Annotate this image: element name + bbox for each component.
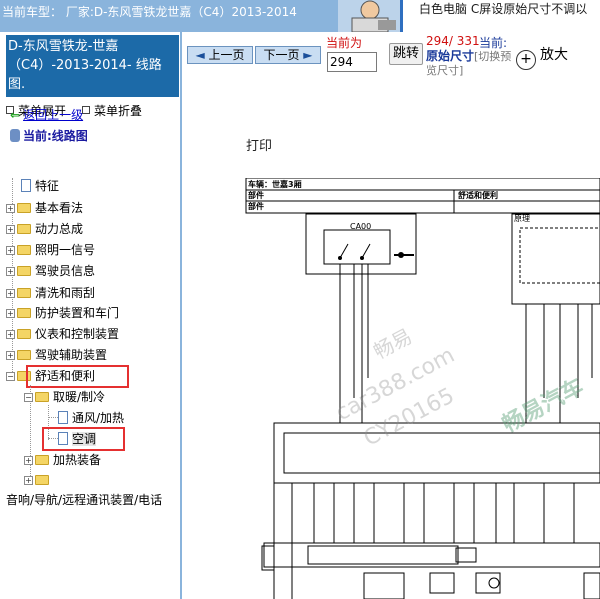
tree-item-driver-info[interactable]: + 驾驶员信息 (6, 263, 95, 279)
back-link[interactable]: ⇐ 返回上一级 (10, 106, 83, 123)
tree-item-driving-aids[interactable]: + 驾驶辅助装置 (6, 347, 107, 363)
top-bar: 当前车型： 厂家:D-东风雪铁龙世嘉（C4）2013-2014 白色电脑 C屏设… (0, 0, 600, 33)
document-icon (21, 179, 31, 192)
expand-icon[interactable]: + (6, 246, 15, 255)
current-location: 当前:线路图 (10, 127, 88, 144)
tree-item-audio-nav[interactable]: 音响/导航/远程通讯装置/电话 (6, 492, 182, 508)
left-arrow-icon: ◄ (195, 48, 205, 62)
tree-item-protection-doors[interactable]: + 防护装置和车门 (6, 305, 119, 321)
tree-item-wash-wipe[interactable]: + 清洗和雨刮 (6, 285, 95, 301)
document-icon (58, 411, 68, 424)
folder-icon (17, 308, 31, 318)
back-arrow-icon: ⇐ (10, 108, 21, 122)
folder-open-icon (35, 392, 49, 402)
diagram-row-vehicle: 车辆：世嘉3厢 (248, 180, 302, 189)
expand-icon[interactable]: + (6, 309, 15, 318)
banner-text: 白色电脑 C屏设原始尺寸不调以 (419, 2, 588, 16)
tree-item-features[interactable]: 特征 (10, 178, 59, 194)
zoom-in-button[interactable]: + 放大 (516, 44, 568, 70)
expand-icon[interactable]: + (6, 289, 15, 298)
diagram-row-value: 舒适和便利 (458, 191, 498, 200)
database-icon (10, 129, 20, 142)
collapse-icon[interactable]: − (24, 393, 33, 402)
zoom-in-icon: + (516, 50, 536, 70)
jump-button[interactable]: 跳转 (389, 43, 423, 65)
tree-item-basics[interactable]: + 基本看法 (6, 200, 83, 216)
print-title: 打印 (246, 139, 273, 154)
tree-item-heating-cooling[interactable]: − 取暖/制冷 (24, 389, 105, 405)
expand-icon[interactable]: + (6, 330, 15, 339)
folder-icon (17, 329, 31, 339)
folder-icon (35, 455, 49, 465)
switch-size-link[interactable]: 原始尺寸[切换预览尺寸] (426, 49, 516, 78)
menu-collapse-button[interactable]: 菜单折叠 (82, 102, 142, 119)
folder-icon (35, 475, 49, 485)
expand-icon[interactable]: + (6, 225, 15, 234)
expand-icon[interactable]: + (6, 204, 15, 213)
breadcrumb: 当前车型： 厂家:D-东风雪铁龙世嘉（C4）2013-2014 (2, 5, 297, 19)
folder-icon (17, 245, 31, 255)
folder-icon (17, 224, 31, 234)
folder-icon (17, 266, 31, 276)
expand-icon[interactable]: + (6, 351, 15, 360)
sidebar-title: D-东风雪铁龙-世嘉（C4）-2013-2014- 线路图. (6, 35, 179, 97)
diagram-row-label: 部件 (248, 202, 264, 211)
tree-item-unnamed[interactable]: + (24, 472, 53, 488)
folder-icon (17, 350, 31, 360)
folder-icon (17, 288, 31, 298)
prev-page-button[interactable]: ◄ 上一页 (187, 46, 253, 64)
next-page-button[interactable]: 下一页 ► (255, 46, 321, 64)
banner: 白色电脑 C屏设原始尺寸不调以 (400, 0, 600, 32)
expand-icon[interactable]: + (24, 476, 33, 485)
right-arrow-icon: ► (303, 48, 313, 62)
page-count: 294/ 331 (426, 34, 480, 48)
tree-item-instruments[interactable]: + 仪表和控制装置 (6, 326, 119, 342)
folder-icon (17, 203, 31, 213)
page-label: 当前为 (326, 36, 363, 50)
component-label: CA00 (350, 222, 372, 231)
diagram-row-label: 部件 (248, 191, 264, 200)
tree-item-powertrain[interactable]: + 动力总成 (6, 221, 83, 237)
collapse-icon (82, 106, 90, 114)
original-size-label: 原始尺寸 (426, 49, 475, 63)
tree-item-lighting[interactable]: + 照明一信号 (6, 242, 95, 258)
diagram-row-value: 原理 (514, 214, 530, 223)
expand-icon[interactable]: + (6, 267, 15, 276)
page-number-input[interactable] (327, 52, 377, 72)
tree-item-heating-equipment[interactable]: + 加热装备 (24, 452, 101, 468)
tree-item-ventilation[interactable]: 通风/加热 (48, 410, 124, 426)
mascot-logo (338, 0, 400, 33)
collapse-icon[interactable]: − (6, 372, 15, 381)
expand-icon[interactable]: + (24, 456, 33, 465)
highlight-box (42, 427, 125, 451)
highlight-box (26, 365, 129, 388)
